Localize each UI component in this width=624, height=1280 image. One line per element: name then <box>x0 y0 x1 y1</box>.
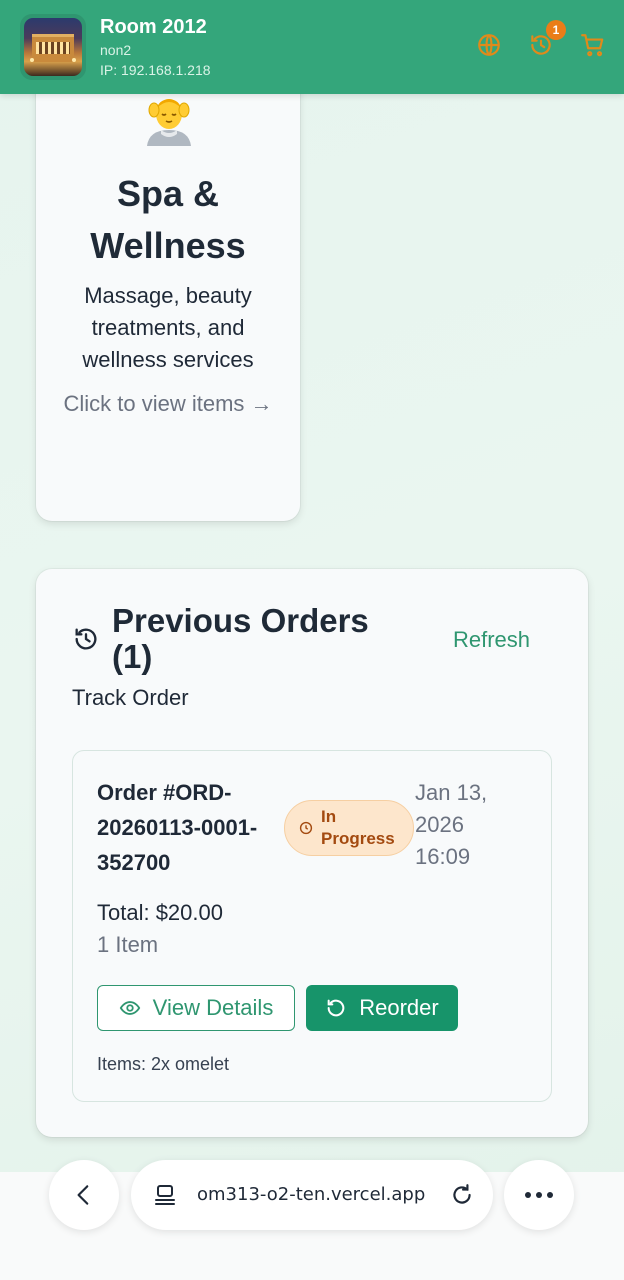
reorder-button[interactable]: Reorder <box>306 985 458 1031</box>
view-details-button[interactable]: View Details <box>97 985 295 1031</box>
eye-icon <box>119 1001 140 1015</box>
globe-icon[interactable] <box>476 32 502 58</box>
order-number: Order #ORD-20260113-0001-352700 <box>97 780 258 875</box>
order-items: Items: 2x omelet <box>97 1054 230 1074</box>
spa-view-items-link[interactable]: Click to view items → <box>56 388 280 420</box>
tabs-icon <box>155 1185 175 1205</box>
history-badge: 1 <box>546 20 566 40</box>
ip-address: IP: 192.168.1.218 <box>100 62 211 78</box>
more-icon <box>525 1192 553 1198</box>
view-details-label: View Details <box>152 995 274 1020</box>
history-icon <box>72 625 100 653</box>
item-count: 1 Item <box>97 932 159 957</box>
app-header: Room 2012 non2 IP: 192.168.1.218 1 <box>0 0 624 94</box>
cart-icon[interactable] <box>580 32 606 58</box>
hotel-logo <box>20 14 86 80</box>
refresh-button[interactable]: Refresh <box>453 625 530 655</box>
order-total: Total: $20.00 <box>97 900 223 925</box>
hotel-photo <box>24 18 82 76</box>
status-badge: In Progress <box>284 800 414 856</box>
orders-heading: Previous Orders (1) <box>112 602 369 675</box>
room-title: Room 2012 <box>100 16 207 38</box>
reorder-icon <box>327 999 345 1017</box>
spa-massage-icon <box>141 90 197 146</box>
status-label: In Progress <box>321 807 395 848</box>
order-item: Order #ORD-20260113-0001-352700 In Progr… <box>72 750 552 1102</box>
clock-icon <box>299 821 313 835</box>
spa-title: Spa & Wellness <box>90 173 246 266</box>
address-bar[interactable]: om313-o2-ten.vercel.app <box>131 1160 493 1230</box>
track-order-label: Track Order <box>72 685 189 710</box>
previous-orders-card: Previous Orders (1) Refresh Track Order … <box>36 569 588 1137</box>
reload-icon[interactable] <box>449 1182 475 1208</box>
spa-description: Massage, beauty treatments, and wellness… <box>82 283 254 372</box>
order-date: Jan 13, 2026 16:09 <box>415 780 488 869</box>
reorder-label: Reorder <box>359 995 439 1020</box>
history-icon[interactable]: 1 <box>528 20 566 58</box>
spa-category-card[interactable]: Spa & Wellness Massage, beauty treatment… <box>36 60 300 521</box>
back-button[interactable] <box>49 1160 119 1230</box>
room-subtitle: non2 <box>100 42 132 58</box>
room-info: Room 2012 non2 IP: 192.168.1.218 <box>100 14 211 80</box>
chevron-left-icon <box>77 1185 89 1205</box>
url-text: om313-o2-ten.vercel.app <box>197 1184 426 1205</box>
more-button[interactable] <box>504 1160 574 1230</box>
